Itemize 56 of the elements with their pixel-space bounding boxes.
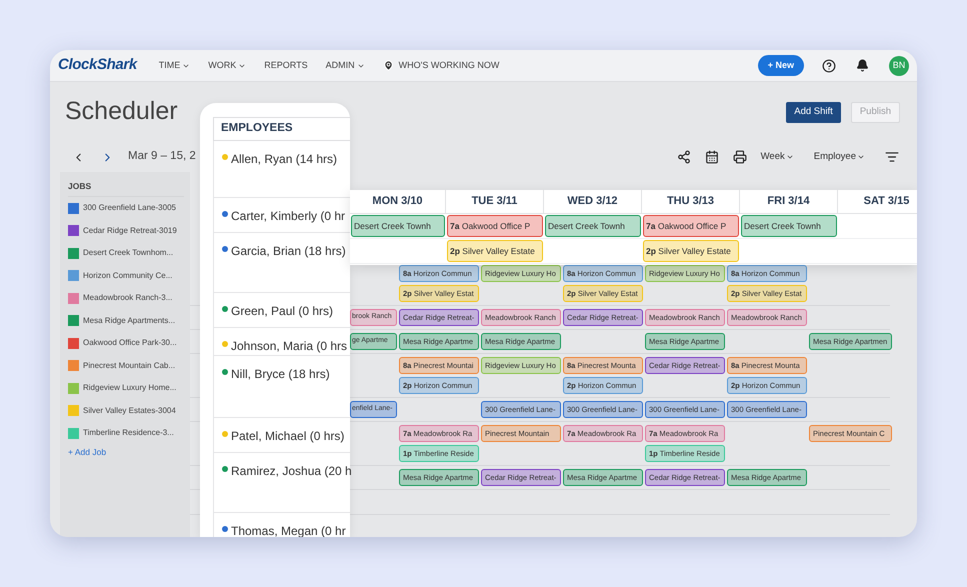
employee-name[interactable]: Garcia, Brian (18 hrs) [231, 242, 346, 260]
day-header: THU 3/13 [666, 194, 714, 210]
page-title: Scheduler [65, 96, 178, 128]
bell-icon[interactable] [856, 59, 869, 72]
group-by-dropdown[interactable]: Employee [814, 150, 865, 164]
shift-block[interactable]: 2p Silver Valley Estate [643, 240, 739, 262]
shift-block[interactable]: Desert Creek Townh [545, 215, 641, 237]
employee-name[interactable]: Nill, Bryce (18 hrs) [231, 365, 330, 383]
job-name[interactable]: Horizon Community Ce... [83, 270, 172, 282]
add-job-link[interactable]: + Add Job [68, 446, 184, 459]
job-name[interactable]: Cedar Ridge Retreat-3019 [83, 224, 177, 236]
day-header: MON 3/10 [372, 194, 423, 210]
employee-name[interactable]: Patel, Michael (0 hrs) [231, 427, 344, 445]
employee-name[interactable]: Johnson, Maria (0 hrs [231, 337, 348, 355]
job-name[interactable]: Pinecrest Mountain Cab... [83, 360, 176, 372]
share-icon[interactable] [676, 150, 691, 164]
employee-name[interactable]: Carter, Kimberly (0 hr [231, 207, 346, 225]
day-header: FRI 3/14 [767, 194, 810, 210]
help-icon[interactable] [822, 58, 836, 72]
shift-block[interactable]: 2p Silver Valley Estate [447, 240, 543, 262]
jobs-heading: JOBS [68, 180, 184, 197]
shift-block[interactable]: Desert Creek Townh [351, 215, 445, 237]
nav-link[interactable]: WHO'S WORKING NOW [382, 58, 500, 72]
job-name[interactable]: 300 Greenfield Lane-3005 [83, 202, 176, 214]
new-button[interactable]: + New [758, 55, 804, 76]
nav-link[interactable]: TIME [158, 58, 190, 72]
nav-link[interactable]: ADMIN [326, 58, 365, 72]
job-name[interactable]: Silver Valley Estates-3004 [83, 404, 176, 416]
logo[interactable]: ClockShark [58, 54, 137, 77]
day-header: WED 3/12 [567, 194, 618, 210]
view-dropdown[interactable]: Week [760, 150, 794, 164]
shift-block[interactable]: Desert Creek Townh [741, 215, 837, 237]
day-header: TUE 3/11 [472, 194, 518, 210]
shift-block[interactable]: 7a Oakwood Office P [447, 215, 543, 237]
job-name[interactable]: Oakwood Office Park-30... [83, 337, 177, 349]
employee-name[interactable]: Green, Paul (0 hrs) [231, 302, 334, 320]
date-range: Mar 9 – 15, 2 [128, 149, 196, 164]
caret-icon [857, 153, 865, 161]
calendar-icon[interactable] [704, 150, 719, 164]
job-name[interactable]: Meadowbrook Ranch-3... [83, 292, 172, 304]
employee-name[interactable]: Allen, Ryan (14 hrs) [231, 150, 338, 168]
print-icon[interactable] [732, 150, 747, 164]
employee-name[interactable]: Ramirez, Joshua (20 h [231, 462, 352, 480]
add-shift-button[interactable]: Add Shift [786, 102, 841, 122]
nav-link[interactable]: REPORTS [264, 58, 308, 72]
shift-block[interactable]: 7a Oakwood Office P [643, 215, 739, 237]
day-header: SAT 3/15 [864, 194, 910, 210]
caret-icon [786, 153, 794, 161]
nav-link[interactable]: WORK [208, 58, 246, 72]
map-pin-icon [382, 60, 394, 71]
job-name[interactable]: Ridgeview Luxury Home... [83, 382, 176, 394]
job-name[interactable]: Timberline Residence-3... [83, 427, 174, 439]
job-name[interactable]: Desert Creek Townhom... [83, 247, 174, 259]
filter-icon[interactable] [885, 150, 899, 164]
employees-heading: EMPLOYEES [213, 117, 350, 141]
job-name[interactable]: Mesa Ridge Apartments... [83, 314, 176, 326]
